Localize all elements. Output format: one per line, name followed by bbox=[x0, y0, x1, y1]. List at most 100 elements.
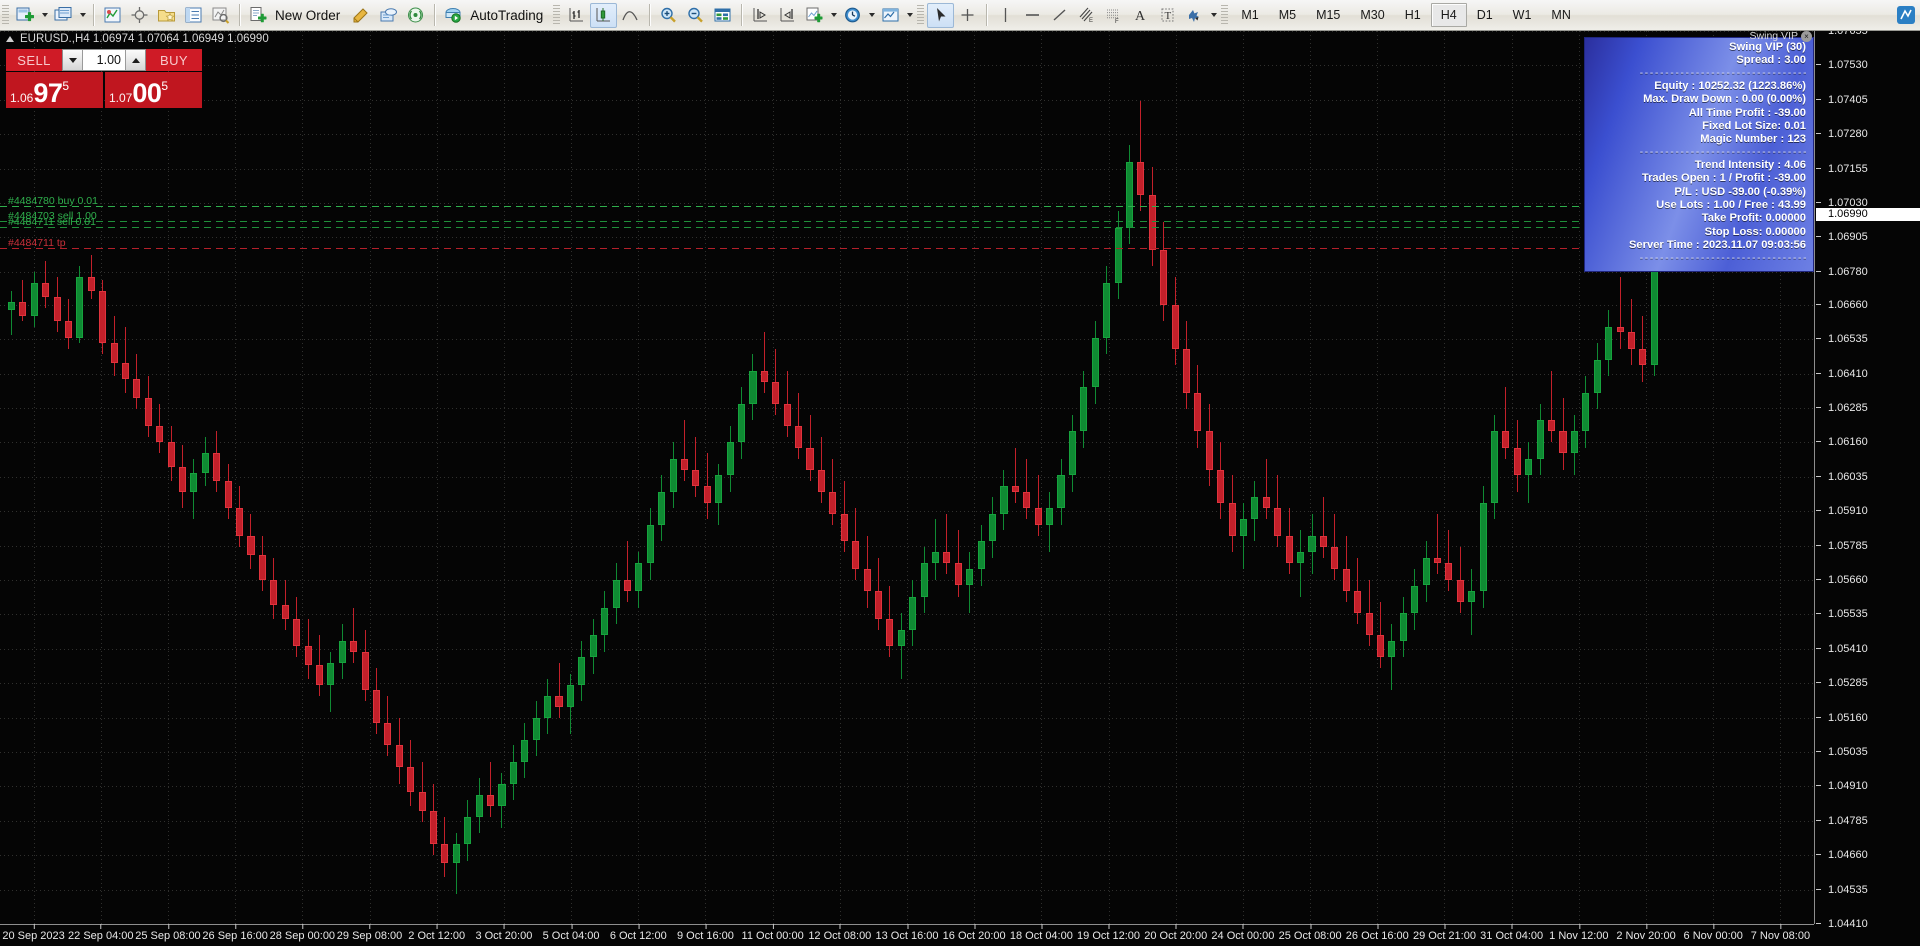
shift-chart-end-icon[interactable] bbox=[774, 3, 801, 28]
data-window-icon[interactable] bbox=[709, 3, 736, 28]
chart-profiles-icon[interactable] bbox=[50, 3, 77, 28]
timeframe-h4[interactable]: H4 bbox=[1430, 3, 1467, 27]
order-line-label: #4484711 sell 0.01 bbox=[8, 216, 96, 228]
candle-body bbox=[521, 739, 529, 762]
gridline-vertical bbox=[302, 31, 304, 924]
horizontal-line-icon[interactable] bbox=[1019, 3, 1046, 28]
autotrading-label[interactable]: AutoTrading bbox=[467, 8, 551, 23]
toolbar-grip[interactable] bbox=[2, 4, 9, 26]
chart-profiles-dropdown-icon[interactable] bbox=[77, 4, 88, 27]
templates-icon[interactable] bbox=[877, 3, 904, 28]
lot-size-stepper[interactable]: 1.00 bbox=[62, 49, 146, 71]
toolbar-grip[interactable] bbox=[1221, 4, 1229, 26]
period-dropdown-icon[interactable] bbox=[866, 4, 877, 27]
candlestick-chart-icon[interactable] bbox=[590, 2, 618, 28]
candle bbox=[612, 563, 620, 625]
crosshair-tool-icon[interactable] bbox=[954, 3, 981, 28]
one-click-trade-panel[interactable]: SELL 1.00 BUY 1.06 97 5 1.07 00 5 bbox=[6, 49, 202, 108]
candle bbox=[1080, 370, 1088, 448]
indicator-dropdown-icon[interactable] bbox=[828, 4, 839, 27]
signals-icon[interactable] bbox=[402, 3, 429, 28]
candle-body bbox=[1376, 635, 1384, 658]
timeframe-m15[interactable]: M15 bbox=[1306, 3, 1350, 27]
order-line-stroke bbox=[0, 227, 1814, 228]
arrows-dropdown-icon[interactable] bbox=[1208, 4, 1219, 27]
new-chart-icon[interactable] bbox=[12, 3, 39, 28]
timeframe-m30[interactable]: M30 bbox=[1350, 3, 1394, 27]
shift-chart-start-icon[interactable] bbox=[747, 3, 774, 28]
fibonacci-icon[interactable]: F bbox=[1100, 3, 1127, 28]
timeframe-mn[interactable]: MN bbox=[1541, 3, 1580, 27]
candle-wick bbox=[1505, 387, 1507, 459]
text-label-icon[interactable]: T bbox=[1154, 3, 1181, 28]
timeframe-d1[interactable]: D1 bbox=[1467, 3, 1503, 27]
collapse-triangle-icon[interactable] bbox=[6, 36, 14, 42]
timeframe-h1[interactable]: H1 bbox=[1395, 3, 1431, 27]
candle-body bbox=[1559, 431, 1567, 454]
timeframe-w1[interactable]: W1 bbox=[1503, 3, 1542, 27]
candle-body bbox=[1000, 486, 1008, 514]
gridline-vertical bbox=[1108, 31, 1110, 924]
autotrading-button[interactable] bbox=[440, 3, 467, 28]
zoom-out-icon[interactable] bbox=[682, 3, 709, 28]
new-order-label[interactable]: New Order bbox=[272, 8, 348, 23]
text-icon[interactable]: A bbox=[1127, 3, 1154, 28]
candle bbox=[1445, 530, 1453, 591]
market-watch-icon[interactable] bbox=[99, 3, 126, 28]
timeframe-m1[interactable]: M1 bbox=[1231, 3, 1268, 27]
candle bbox=[498, 772, 506, 828]
add-indicator-icon[interactable] bbox=[801, 3, 828, 28]
buy-button[interactable]: BUY bbox=[146, 49, 202, 71]
buy-price-box[interactable]: 1.07 00 5 bbox=[105, 72, 202, 108]
trendline-icon[interactable] bbox=[1046, 3, 1073, 28]
expert-advisors-icon[interactable] bbox=[375, 3, 402, 28]
info-divider-1: - - - - - - - - - - - - - - - - - - - - … bbox=[1639, 67, 1806, 79]
metaeditor-icon[interactable] bbox=[348, 3, 375, 28]
toolbar-grip[interactable] bbox=[917, 4, 925, 26]
candle-wick bbox=[1014, 447, 1016, 503]
gridline-vertical bbox=[772, 31, 774, 924]
candle bbox=[1456, 546, 1464, 614]
candle-wick bbox=[1437, 513, 1438, 575]
info-spread: Spread : 3.00 bbox=[1736, 54, 1806, 67]
candle-body bbox=[464, 816, 472, 845]
new-chart-dropdown-icon[interactable] bbox=[39, 4, 50, 27]
bar-chart-icon[interactable] bbox=[563, 3, 590, 28]
lot-increment-icon[interactable] bbox=[125, 50, 145, 70]
candle-body bbox=[7, 302, 15, 311]
time-tick: 31 Oct 04:00 bbox=[1480, 924, 1544, 942]
sell-price-big: 97 bbox=[33, 78, 63, 108]
crosshair-icon[interactable] bbox=[126, 3, 153, 28]
candle bbox=[1103, 266, 1111, 355]
arrows-icon[interactable] bbox=[1181, 3, 1208, 28]
zoom-in-icon[interactable] bbox=[655, 3, 682, 28]
main-toolbar: New Order AutoTrading E F A T M1 M5 M15 … bbox=[0, 0, 1920, 31]
price-axis[interactable]: 1.07655 1.07530 1.07405 1.07280 1.07155 1.070… bbox=[1814, 31, 1920, 930]
vertical-line-icon[interactable] bbox=[992, 3, 1019, 28]
sell-button[interactable]: SELL bbox=[6, 49, 62, 71]
line-chart-icon[interactable] bbox=[617, 3, 644, 28]
sell-price-box[interactable]: 1.06 97 5 bbox=[6, 72, 103, 108]
navigator-icon[interactable] bbox=[180, 3, 207, 28]
toolbar-grip[interactable] bbox=[553, 4, 561, 26]
templates-dropdown-icon[interactable] bbox=[904, 4, 915, 27]
chart-plot[interactable]: #4484780 buy 0.01 #4484703 sell 1.00 #4484… bbox=[0, 31, 1814, 924]
candle-body bbox=[760, 370, 768, 382]
strategy-tester-icon[interactable] bbox=[207, 3, 234, 28]
cursor-icon[interactable] bbox=[927, 2, 955, 28]
candle-body bbox=[429, 811, 438, 845]
chart-area[interactable]: #4484780 buy 0.01 #4484703 sell 1.00 #4484… bbox=[0, 31, 1920, 946]
new-order-icon[interactable] bbox=[245, 3, 272, 28]
time-axis[interactable]: 20 Sep 2023 22 Sep 04:00 25 Sep 08:00 26 Se… bbox=[0, 924, 1814, 946]
favorites-folder-icon[interactable] bbox=[153, 3, 180, 28]
lot-size-input[interactable]: 1.00 bbox=[83, 50, 125, 70]
candle-body bbox=[1023, 491, 1031, 509]
candle bbox=[1137, 101, 1145, 212]
timeframe-m5[interactable]: M5 bbox=[1269, 3, 1306, 27]
candle bbox=[509, 745, 517, 801]
equidistant-channel-icon[interactable]: E bbox=[1073, 3, 1100, 28]
close-icon[interactable]: × bbox=[1801, 31, 1812, 42]
candle bbox=[224, 464, 232, 520]
period-clock-icon[interactable] bbox=[839, 3, 866, 28]
lot-dropdown-icon[interactable] bbox=[63, 50, 83, 70]
